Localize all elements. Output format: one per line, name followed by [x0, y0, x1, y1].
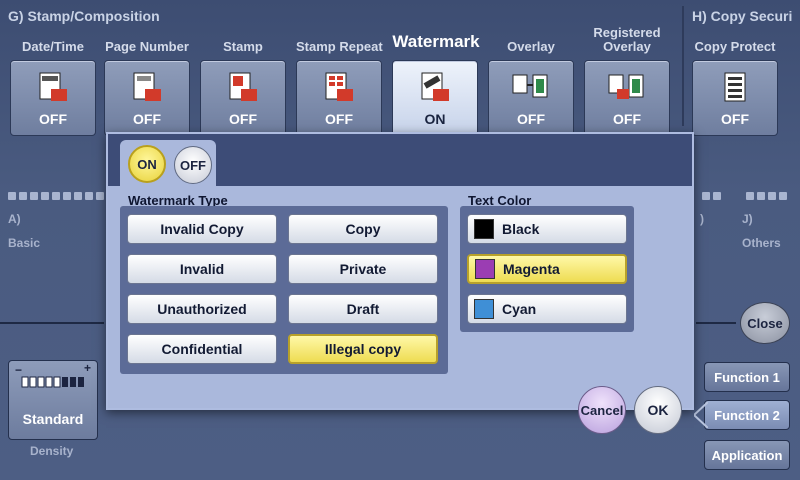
- watermark-icon: [415, 69, 455, 105]
- stamp-repeat-button[interactable]: OFF: [296, 60, 382, 136]
- page-number-state: OFF: [133, 111, 161, 127]
- color-magenta[interactable]: Magenta: [467, 254, 627, 284]
- density-label: Density: [30, 444, 74, 458]
- function-1-button[interactable]: Function 1: [704, 362, 790, 392]
- type-private[interactable]: Private: [288, 254, 438, 284]
- tab-label-overlay: Overlay: [507, 39, 555, 54]
- overlay-icon: [511, 69, 551, 105]
- type-invalid[interactable]: Invalid: [127, 254, 277, 284]
- type-illegal-copy[interactable]: Illegal copy: [288, 334, 438, 364]
- tab-indicator-dots-j: [746, 192, 787, 200]
- type-confidential[interactable]: Confidential: [127, 334, 277, 364]
- tab-a-sub: Basic: [8, 236, 41, 250]
- stamp-repeat-state: OFF: [325, 111, 353, 127]
- close-button[interactable]: Close: [740, 302, 790, 344]
- tab-label-registered: Registered: [593, 25, 661, 40]
- application-button[interactable]: Application: [704, 440, 790, 470]
- color-cyan[interactable]: Cyan: [467, 294, 627, 324]
- stamp-state: OFF: [229, 111, 257, 127]
- off-button[interactable]: OFF: [174, 146, 212, 184]
- registered-overlay-icon: [607, 69, 647, 105]
- watermark-dialog: ON OFF Watermark Type Invalid Copy Copy …: [106, 132, 694, 434]
- tab-label-copy-protect: Copy Protect: [694, 39, 776, 54]
- color-black[interactable]: Black: [467, 214, 627, 244]
- stamp-repeat-icon: [319, 69, 359, 105]
- stamp-icon: [223, 69, 263, 105]
- color-cyan-label: Cyan: [502, 301, 537, 317]
- magenta-swatch: [475, 259, 495, 279]
- section-divider: [682, 6, 684, 126]
- section-title-stamp-composition: G) Stamp/Composition: [8, 8, 160, 24]
- tab-label-watermark: Watermark: [392, 32, 480, 51]
- divider-line-left: [0, 322, 104, 324]
- stamp-button[interactable]: OFF: [200, 60, 286, 136]
- function-2-button[interactable]: Function 2: [704, 400, 790, 430]
- color-magenta-label: Magenta: [503, 261, 560, 277]
- tab-label-page-number: Page Number: [105, 39, 189, 54]
- tab-label-stamp: Stamp: [223, 39, 263, 54]
- date-time-button[interactable]: OFF: [10, 60, 96, 136]
- cancel-button[interactable]: Cancel: [578, 386, 626, 434]
- tab-j-sub: Others: [742, 236, 781, 250]
- tab-indicator-dots-i: [702, 192, 721, 200]
- type-draft[interactable]: Draft: [288, 294, 438, 324]
- registered-overlay-state: OFF: [613, 111, 641, 127]
- tab-label-overlay-2: Overlay: [603, 39, 651, 54]
- section-title-copy-security: H) Copy Securi: [692, 8, 793, 24]
- copy-protect-state: OFF: [721, 111, 749, 127]
- overlay-button[interactable]: OFF: [488, 60, 574, 136]
- type-invalid-copy[interactable]: Invalid Copy: [127, 214, 277, 244]
- date-time-state: OFF: [39, 111, 67, 127]
- overlay-state: OFF: [517, 111, 545, 127]
- density-scale-icon: [21, 376, 84, 388]
- watermark-button[interactable]: ON: [392, 60, 478, 134]
- black-swatch: [474, 219, 494, 239]
- tab-j-label[interactable]: J): [742, 212, 753, 226]
- type-copy[interactable]: Copy: [288, 214, 438, 244]
- color-black-label: Black: [502, 221, 540, 237]
- page-number-button[interactable]: OFF: [104, 60, 190, 136]
- copy-protect-button[interactable]: OFF: [692, 60, 778, 136]
- tab-label-date-time: Date/Time: [22, 39, 84, 54]
- ok-button[interactable]: OK: [634, 386, 682, 434]
- divider-line-right: [696, 322, 736, 324]
- watermark-state: ON: [424, 111, 446, 127]
- date-time-icon: [33, 69, 73, 105]
- tab-label-stamp-repeat: Stamp Repeat: [296, 39, 383, 54]
- density-value: Standard: [22, 411, 84, 427]
- type-unauthorized[interactable]: Unauthorized: [127, 294, 277, 324]
- page-number-icon: [127, 69, 167, 105]
- tab-a-label[interactable]: A): [8, 212, 21, 226]
- registered-overlay-button[interactable]: OFF: [584, 60, 670, 136]
- tab-i-label[interactable]: ): [700, 212, 704, 226]
- on-button[interactable]: ON: [128, 145, 166, 183]
- copy-protect-icon: [715, 69, 755, 105]
- density-button[interactable]: − + Standard: [8, 360, 98, 440]
- cyan-swatch: [474, 299, 494, 319]
- pointer-arrow-icon: [694, 402, 708, 428]
